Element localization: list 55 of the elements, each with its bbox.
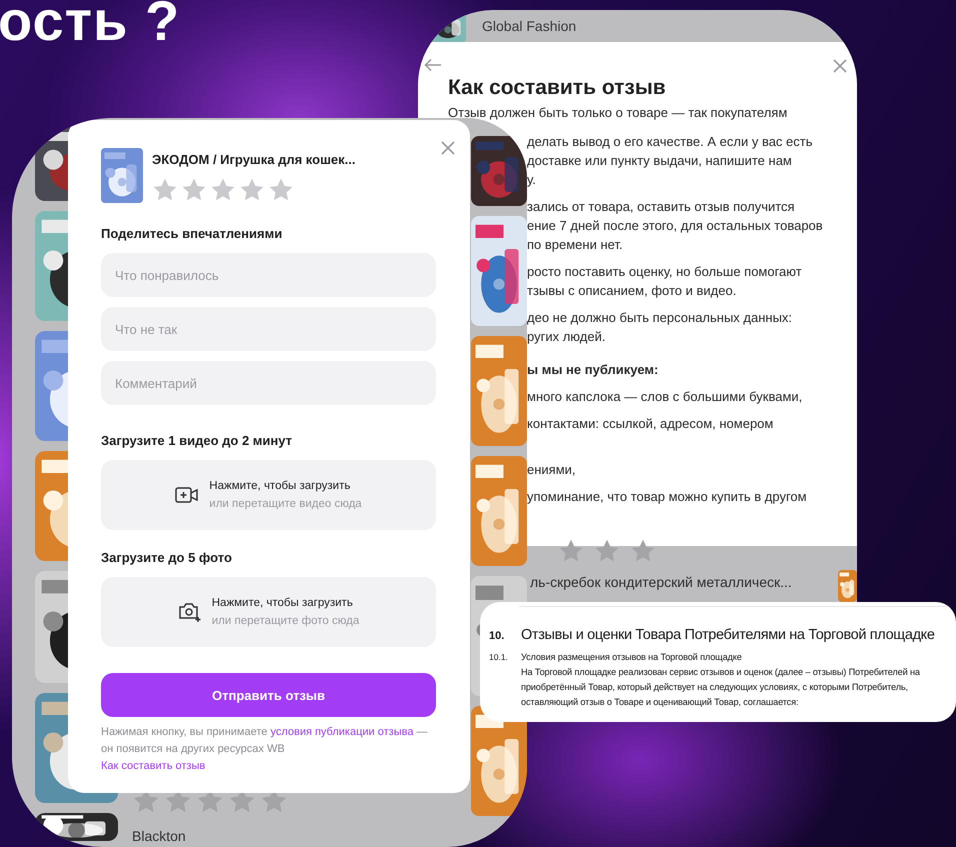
guide-text: по времени нет. (526, 236, 624, 254)
guide-text: много капслока — слов с большими буквами, (526, 388, 804, 406)
camera-add-icon (178, 601, 202, 623)
guide-text: у. (526, 171, 537, 189)
terms-link[interactable]: условия публикации отзыва (270, 726, 414, 738)
back-arrow-icon[interactable] (424, 58, 442, 72)
upload-area[interactable]: Нажмите, чтобы загрузить или перетащите фото сюда (101, 577, 436, 647)
upload-hint: или перетащите видео сюда (209, 498, 362, 510)
guide-subheading: ы мы не публикуем: (526, 361, 660, 379)
section-number: 10. (489, 630, 506, 642)
upload-hint: или перетащите фото сюда (212, 615, 360, 627)
star-icon[interactable] (210, 177, 236, 203)
star-icon[interactable] (239, 177, 265, 203)
guide-title: Как составить отзыв (448, 76, 667, 100)
guide-text: тзывы с описанием, фото и видео. (526, 282, 738, 300)
document-heading: Отзывы и оценки Товара Потребителями на Торговой площадке (521, 627, 935, 643)
star-icon (558, 538, 584, 564)
star-icon (594, 538, 620, 564)
upload-label: Нажмите, чтобы загрузить (212, 597, 354, 609)
input-field[interactable]: Комментарий (101, 361, 436, 405)
submit-button[interactable]: Отправить отзыв (101, 673, 436, 717)
star-icon[interactable] (268, 177, 294, 203)
guide-text: ениями, (526, 461, 577, 479)
section-title: Загрузите до 5 фото (101, 550, 233, 565)
video-add-icon (175, 486, 200, 504)
upload-area[interactable]: Нажмите, чтобы загрузить или перетащите видео сюда (101, 460, 436, 530)
guide-text: упоминание, что товар можно купить в другом (526, 488, 808, 506)
close-icon[interactable] (440, 140, 456, 156)
shop-name: Global Fashion (482, 18, 576, 34)
guide-link[interactable]: Как составить отзыв (101, 758, 206, 774)
clause-text: Условия размещения отзывов на Торговой площадке На Торговой площадке реализован сервис отзывов и оценок (далее – отзывы) Потребителей на приобретённый Товар, который действует на следующих условиях, с которыми Потребитель, оставляющий отзыв о Товаре и оценивающий Товар, соглашается: (521, 651, 920, 709)
close-icon[interactable] (832, 58, 848, 74)
input-field[interactable]: Что не так (101, 307, 436, 351)
disclaimer-text: Нажимая кнопку, вы принимаете условия публикации отзыва — он появится на других ресурсах WB (101, 725, 429, 757)
upload-label: Нажмите, чтобы загрузить (209, 480, 352, 492)
section-title: Загрузите 1 видео до 2 минут (101, 433, 294, 448)
guide-text: Отзыв должен быть только о товаре — так покупателям (448, 104, 788, 122)
guide-text: зались от товара, оставить отзыв получится (526, 198, 796, 216)
guide-text: ение 7 дней после этого, для остальных товаров (526, 217, 824, 235)
product-title: ЭКОДОМ / Игрушка для кошек... (152, 152, 356, 167)
star-icon[interactable] (181, 177, 207, 203)
guide-text: росто поставить оценку, но больше помогают (526, 263, 803, 281)
guide-text: доставке или пункту выдачи, напишите нам (526, 152, 793, 170)
guide-text: део не должно быть персональных данных: (526, 309, 794, 327)
brand-name: Blackton (132, 829, 186, 844)
section-title: Поделитесь впечатлениями (101, 226, 284, 241)
input-field[interactable]: Что понравилось (101, 253, 436, 297)
guide-text: контактами: ссылкой, адресом, номером (526, 415, 774, 433)
star-icon[interactable] (152, 177, 178, 203)
guide-text: ругих людей. (526, 328, 606, 346)
product-title: ль-скребок кондитерский металлическ... (530, 574, 792, 590)
clause-number: 10.1. (489, 652, 509, 662)
guide-text: делать вывод о его качестве. А если у вас есть (526, 133, 814, 151)
slide-title: ость ? (0, 0, 180, 46)
star-icon (630, 538, 656, 564)
